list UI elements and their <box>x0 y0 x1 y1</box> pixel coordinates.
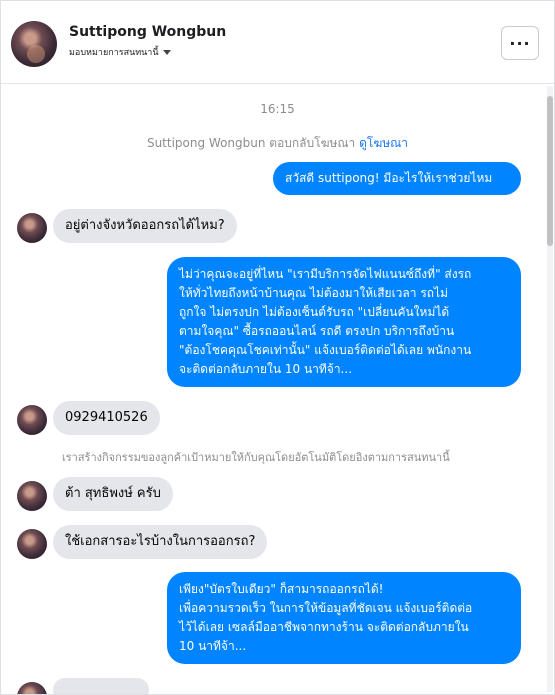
incoming-message: อยู่ต่างจังหวัดออกรถได้ไหม? <box>53 209 237 243</box>
chat-window: Suttipong Wongbun มอบหมายการสนทนานี้ ···… <box>0 0 555 695</box>
outgoing-message: เพียง"บัตรใบเดียว" ก็สามารถออกรถได้! เพื… <box>167 572 521 664</box>
contact-name[interactable]: Suttipong Wongbun <box>69 24 226 40</box>
conversation-header: Suttipong Wongbun มอบหมายการสนทนานี้ ··· <box>1 1 554 84</box>
view-ad-link[interactable]: ดูโฆษณา <box>359 136 408 150</box>
message-line: ตามใจคุณ" ซื้อรถออนไลน์ รถดี ตรงปก บริกา… <box>179 324 455 338</box>
scrollbar[interactable] <box>547 86 553 692</box>
message-line: ถูกใจ ไม่ตรงปก ไม่ต้องเซ็นต์รับรถ "เปลี่… <box>179 305 450 319</box>
ad-reply-notice-text: Suttipong Wongbun ตอบกลับโฆษณา <box>146 136 356 150</box>
user-avatar <box>17 213 47 243</box>
system-message: เราสร้างกิจกรรมของลูกค้าเป้าหมายให้กับคุ… <box>62 451 450 464</box>
message-line: ให้ทั่วไทยถึงหน้าบ้านคุณ ไม่ต้องมาให้เสี… <box>179 286 448 300</box>
incoming-message-partial <box>53 678 149 694</box>
incoming-message: 0929410526 <box>53 401 160 435</box>
incoming-message: ต้า สุทธิพงษ์ ครับ <box>53 477 173 511</box>
message-line: "ต้องโชคคุณโชคเท่านั้น" แจ้งเบอร์ติดต่อไ… <box>179 343 472 357</box>
user-avatar <box>17 529 47 559</box>
incoming-message: ใช้เอกสารอะไรบ้างในการออกรถ? <box>53 525 268 559</box>
message-line: ไม่ว่าคุณจะอยู่ที่ไหน "เรามีบริการจัดไฟแ… <box>179 267 472 281</box>
ad-reply-notice: Suttipong Wongbun ตอบกลับโฆษณา ดูโฆษณา <box>1 134 554 153</box>
user-avatar <box>17 682 47 694</box>
scrollbar-thumb[interactable] <box>547 96 553 246</box>
outgoing-message: ไม่ว่าคุณจะอยู่ที่ไหน "เรามีบริการจัดไฟแ… <box>167 257 521 387</box>
message-line: ไว้ได้เลย เซลล์มืออาชีพจากทางร้าน จะติดต… <box>179 620 469 634</box>
user-avatar <box>17 405 47 435</box>
assign-conversation-label: มอบหมายการสนทนานี้ <box>69 48 159 58</box>
message-list[interactable]: 16:15 Suttipong Wongbun ตอบกลับโฆษณา ดูโ… <box>1 84 554 694</box>
message-line: 10 นาทีจ้า... <box>179 639 247 653</box>
avatar[interactable] <box>11 21 57 67</box>
timestamp: 16:15 <box>260 102 295 116</box>
message-line: เพื่อความรวดเร็ว ในการให้ข้อมูลที่ชัดเจน… <box>179 601 473 615</box>
message-line: เพียง"บัตรใบเดียว" ก็สามารถออกรถได้! <box>179 582 384 596</box>
outgoing-message: สวัสดี suttipong! มีอะไรให้เราช่วยไหม <box>273 162 521 195</box>
assign-conversation-dropdown[interactable]: มอบหมายการสนทนานี้ <box>69 45 171 59</box>
message-line: สวัสดี suttipong! มีอะไรให้เราช่วยไหม <box>285 171 493 185</box>
caret-down-icon <box>162 50 171 55</box>
more-options-button[interactable]: ··· <box>501 26 539 60</box>
user-avatar <box>17 481 47 511</box>
message-line: จะติดต่อกลับภายใน 10 นาทีจ้า... <box>179 362 353 376</box>
